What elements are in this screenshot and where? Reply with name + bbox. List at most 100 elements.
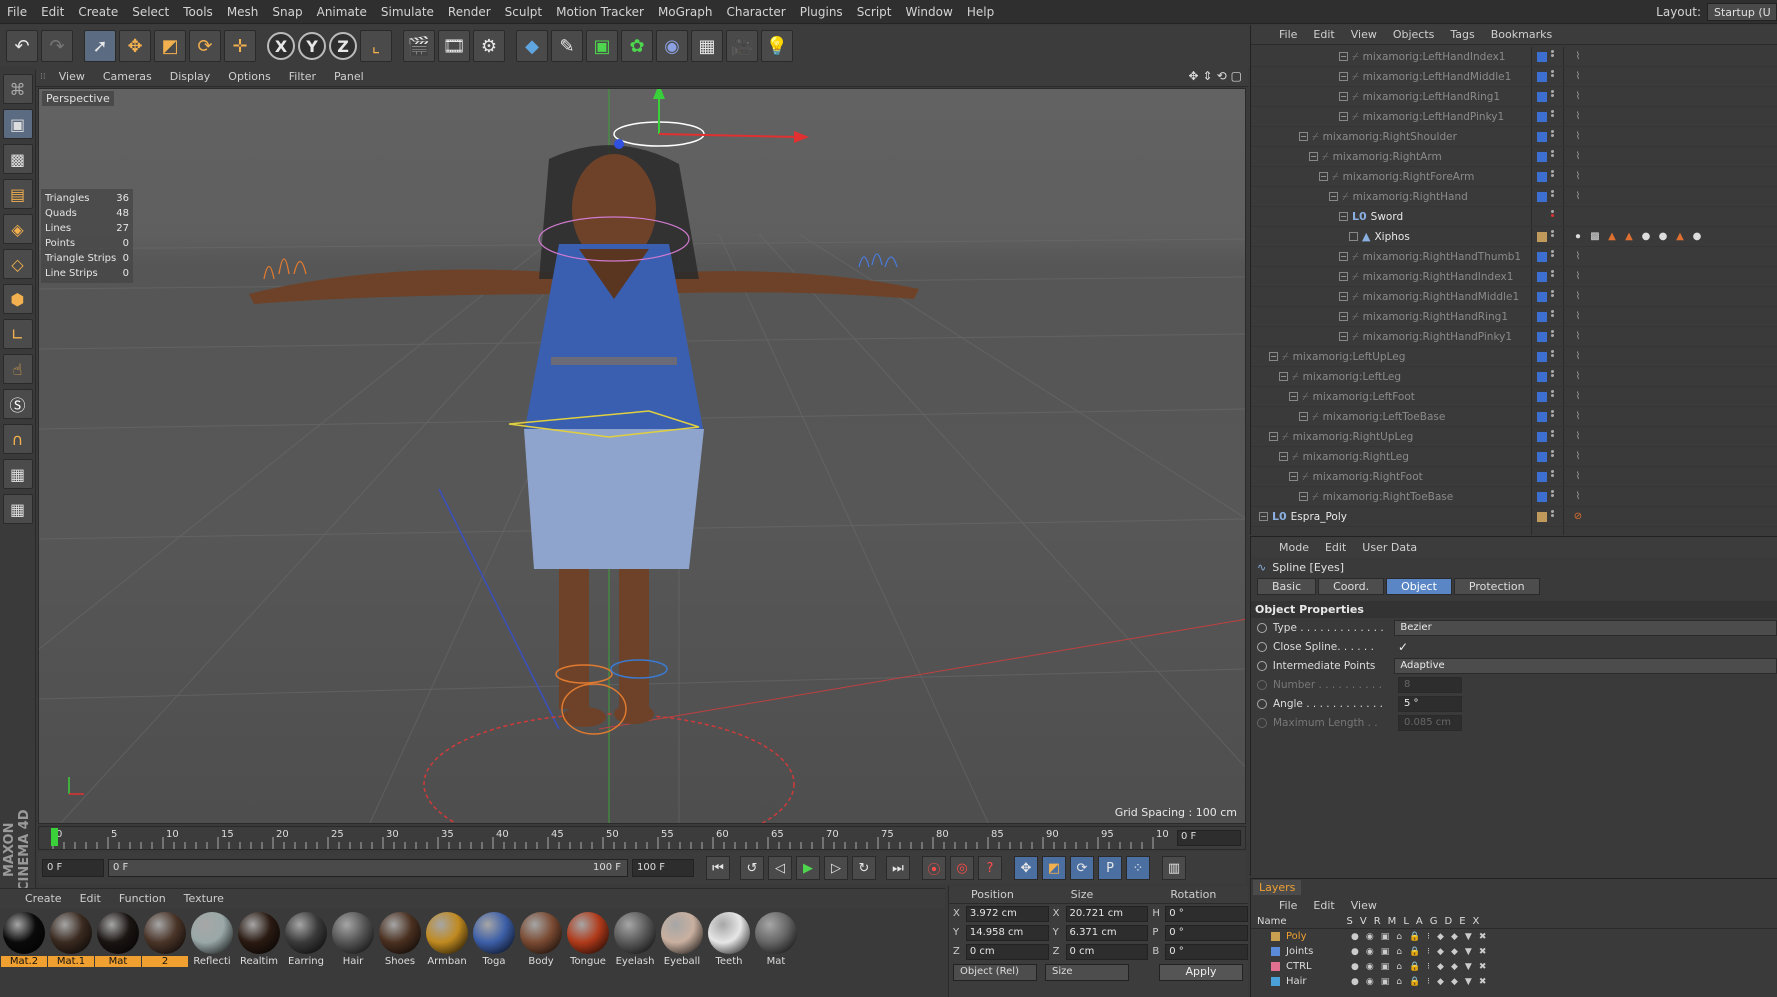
make-editable-icon[interactable]: ⌘ [2,74,33,104]
material-swatch[interactable]: Mat.2 [1,912,47,993]
layer-color-swatch[interactable] [1271,962,1280,971]
material-swatch[interactable]: Armban [425,912,469,993]
expand-toggle-icon[interactable]: − [1289,472,1298,481]
menu-animate[interactable]: Animate [310,0,374,24]
workplane-mode-icon[interactable]: ▤ [2,179,33,209]
layer-row[interactable]: Joints ● ◉ ▣ ⌂ 🔒 ⁝ ◆ ◆ ▼ ✖ [1251,944,1777,959]
layer-toggle-icon[interactable]: ⌂ [1396,977,1402,987]
material-swatch[interactable]: Earring [284,912,328,993]
rotation-field[interactable]: 0 ° [1165,905,1249,922]
attribute-menu-edit[interactable]: Edit [1317,541,1354,554]
ik-tag-icon[interactable]: ⌇ [1571,90,1585,104]
menu-motion-tracker[interactable]: Motion Tracker [549,0,651,24]
layer-color-swatch[interactable] [1537,431,1547,442]
undo-button[interactable]: ↶ [6,30,38,62]
ik-tag-icon[interactable]: ⌇ [1571,70,1585,84]
layer-color-swatch[interactable] [1537,491,1547,502]
visibility-dots[interactable] [1551,169,1563,184]
visibility-dots[interactable] [1551,369,1563,384]
object-menu-bookmarks[interactable]: Bookmarks [1483,28,1560,41]
layer-menu-file[interactable]: File [1271,899,1305,912]
layer-toggle-icon[interactable]: ◆ [1451,947,1458,957]
material-tag-icon[interactable]: ⦁ [1571,230,1585,244]
subdivision-button[interactable]: ▣ [586,30,618,62]
expand-toggle-icon[interactable]: − [1279,372,1288,381]
layer-color-swatch[interactable] [1537,51,1547,62]
object-row[interactable]: − ⌿ mixamorig:LeftUpLeg ⌇ [1251,347,1777,367]
material-swatch[interactable]: Hair [331,912,375,993]
expand-toggle-icon[interactable]: − [1289,392,1298,401]
expand-toggle-icon[interactable]: − [1339,72,1348,81]
layer-color-swatch[interactable] [1537,271,1547,282]
go-to-end-icon[interactable]: ⏭ [886,856,910,880]
object-menu-edit[interactable]: Edit [1305,28,1342,41]
ik-tag-icon[interactable]: ⌇ [1571,250,1585,264]
layer-color-swatch[interactable] [1537,351,1547,362]
layer-toggle-icon[interactable]: ✖ [1479,962,1487,972]
record-active-icon[interactable]: ⦿ [922,856,946,880]
layer-menu-view[interactable]: View [1343,899,1385,912]
keyframe-selection-icon[interactable]: ? [978,856,1002,880]
timeline-ruler[interactable]: 0 5 10 15 20 25 30 35 40 45 50 55 60 65 70 75 80 85 90 95 10… [38,826,1246,850]
expand-toggle-icon[interactable]: − [1299,412,1308,421]
menu-help[interactable]: Help [960,0,1001,24]
menu-create[interactable]: Create [71,0,125,24]
visibility-dots[interactable] [1551,349,1563,364]
expand-toggle-icon[interactable]: − [1339,92,1348,101]
material-swatch[interactable]: Toga [472,912,516,993]
ik-tag-icon[interactable]: ⌇ [1571,410,1585,424]
layer-color-swatch[interactable] [1537,391,1547,402]
visibility-dots[interactable] [1551,89,1563,104]
tweak-mode-icon[interactable]: ☝ [2,354,33,384]
visibility-dots[interactable] [1551,269,1563,284]
object-row[interactable]: − ⌿ mixamorig:LeftFoot ⌇ [1251,387,1777,407]
object-row[interactable]: − L0 Espra_Poly ⊘ [1251,507,1777,527]
material-swatch[interactable]: Teeth [707,912,751,993]
expand-toggle-icon[interactable]: − [1339,332,1348,341]
deformer-button[interactable]: ◉ [656,30,688,62]
layer-toggle-icon[interactable]: ▣ [1381,977,1390,987]
rotate-tool[interactable]: ⟳ [189,30,221,62]
play-forward-icon[interactable]: ▶ [796,856,820,880]
end-frame-field[interactable]: 100 F [632,859,694,877]
material-swatch[interactable]: Reflecti [190,912,234,993]
material-tag-icon[interactable]: ▲ [1622,230,1636,244]
expand-toggle-icon[interactable]: − [1339,52,1348,61]
expand-toggle-icon[interactable]: − [1339,292,1348,301]
layer-color-swatch[interactable] [1271,932,1280,941]
layer-row[interactable]: CTRL ● ◉ ▣ ⌂ 🔒 ⁝ ◆ ◆ ▼ ✖ [1251,959,1777,974]
ik-tag-icon[interactable]: ⌇ [1571,110,1585,124]
layer-color-swatch[interactable] [1537,111,1547,122]
snap-icon[interactable]: Ⓢ [2,389,33,419]
material-swatch[interactable]: Tongue [566,912,610,993]
menu-script[interactable]: Script [850,0,899,24]
size-field[interactable]: 6.371 cm [1065,924,1149,941]
object-row[interactable]: − ⌿ mixamorig:RightUpLeg ⌇ [1251,427,1777,447]
tab-protection[interactable]: Protection [1453,578,1540,595]
tab-coord[interactable]: Coord. [1318,578,1385,595]
layer-color-swatch[interactable] [1537,251,1547,262]
visibility-dots[interactable] [1551,249,1563,264]
layer-toggle-icon[interactable]: ◆ [1437,947,1444,957]
property-value-field[interactable]: 5 ° [1398,695,1462,712]
ik-tag-icon[interactable]: ⌇ [1571,130,1585,144]
material-menu-texture[interactable]: Texture [175,892,233,905]
visibility-dots[interactable] [1551,429,1563,444]
expand-toggle-icon[interactable]: − [1279,452,1288,461]
viewport-menu-filter[interactable]: Filter [280,70,325,83]
object-row[interactable]: − ⌿ mixamorig:RightHandThumb1 ⌇ [1251,247,1777,267]
toggle-view-icon[interactable]: ▢ [1231,69,1242,83]
layer-toggle-icon[interactable]: ● [1351,977,1359,987]
layer-color-swatch[interactable] [1537,471,1547,482]
expand-toggle-icon[interactable]: − [1339,112,1348,121]
ik-tag-icon[interactable]: ⌇ [1571,330,1585,344]
move-tool[interactable]: ✥ [119,30,151,62]
layer-toggle-icon[interactable]: ◆ [1437,962,1444,972]
layer-row[interactable]: Poly ● ◉ ▣ ⌂ 🔒 ⁝ ◆ ◆ ▼ ✖ [1251,929,1777,944]
next-frame-icon[interactable]: ▷ [824,856,848,880]
record-rotation-icon[interactable]: ⟳ [1070,856,1094,880]
tab-object[interactable]: Object [1386,578,1452,595]
magnet-icon[interactable]: ∩ [2,424,33,454]
object-row[interactable]: − ⌿ mixamorig:LeftLeg ⌇ [1251,367,1777,387]
material-tag-icon[interactable]: ▩ [1588,230,1602,244]
